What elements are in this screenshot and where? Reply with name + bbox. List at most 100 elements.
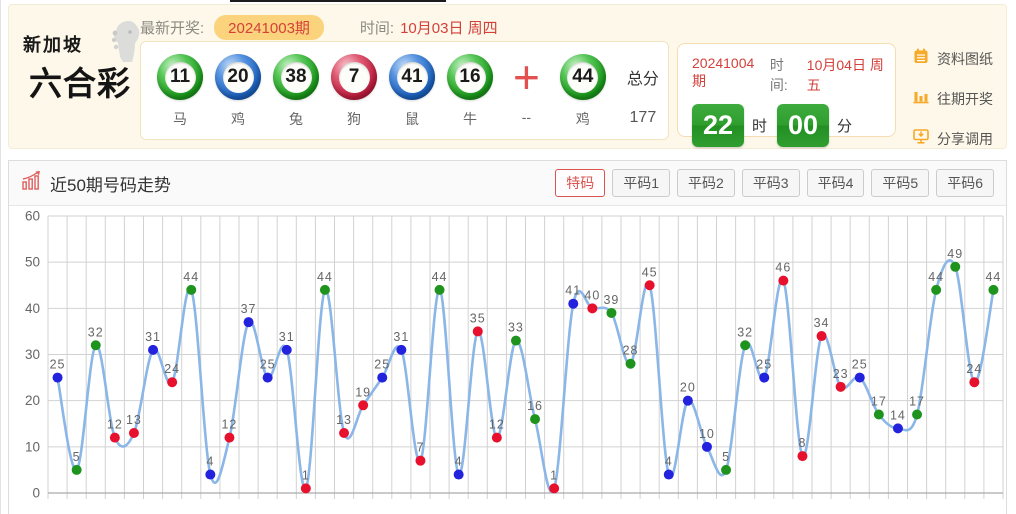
data-point[interactable] <box>606 308 616 318</box>
data-point[interactable] <box>72 465 82 475</box>
menu-item-material[interactable]: 资料图纸 <box>912 47 993 70</box>
lottery-ball-blue: 20 <box>215 54 261 100</box>
data-point[interactable] <box>969 377 979 387</box>
result-balls-panel: 11马20鸡38兔7狗41鼠16牛+--44鸡总分177 <box>140 41 669 140</box>
data-point[interactable] <box>702 442 712 452</box>
data-point[interactable] <box>186 285 196 295</box>
data-point[interactable] <box>473 326 483 336</box>
data-point[interactable] <box>931 285 941 295</box>
data-point[interactable] <box>912 410 922 420</box>
data-point[interactable] <box>778 276 788 286</box>
data-point[interactable] <box>301 483 311 493</box>
data-point[interactable] <box>396 345 406 355</box>
data-point[interactable] <box>874 410 884 420</box>
data-point[interactable] <box>91 340 101 350</box>
data-point-label: 34 <box>814 316 830 330</box>
data-point-label: 44 <box>317 270 333 284</box>
data-point-label: 12 <box>107 418 123 432</box>
data-point-label: 31 <box>393 330 409 344</box>
logo-text-mark-six: 六合彩 <box>29 57 141 105</box>
data-point[interactable] <box>358 400 368 410</box>
data-point[interactable] <box>282 345 292 355</box>
data-point-label: 13 <box>126 413 142 427</box>
special-ball: 44鸡 <box>560 53 606 125</box>
data-point[interactable] <box>759 373 769 383</box>
data-point-label: 23 <box>833 367 849 381</box>
data-point[interactable] <box>205 470 215 480</box>
tab-normal-6[interactable]: 平码6 <box>936 169 994 197</box>
data-point[interactable] <box>626 359 636 369</box>
countdown: 22 时 00 分 <box>692 104 895 147</box>
menu-item-share[interactable]: 分享调用 <box>912 127 993 150</box>
data-point[interactable] <box>224 433 234 443</box>
tab-special[interactable]: 特码 <box>555 169 605 197</box>
data-point[interactable] <box>817 331 827 341</box>
data-point[interactable] <box>587 303 597 313</box>
data-point[interactable] <box>549 483 559 493</box>
y-axis-tick-label: 60 <box>25 209 40 224</box>
data-point[interactable] <box>645 280 655 290</box>
ball-number: 20 <box>223 62 254 93</box>
minute-unit-label: 分 <box>837 115 852 136</box>
tab-normal-1[interactable]: 平码1 <box>612 169 670 197</box>
data-point[interactable] <box>683 396 693 406</box>
data-point[interactable] <box>721 465 731 475</box>
ball-number: 44 <box>567 62 598 93</box>
lottery-ball-green: 11 <box>157 54 203 100</box>
data-point[interactable] <box>148 345 158 355</box>
data-point[interactable] <box>893 423 903 433</box>
latest-time-label: 时间: <box>360 17 394 38</box>
tab-normal-5[interactable]: 平码5 <box>871 169 929 197</box>
data-point[interactable] <box>377 373 387 383</box>
data-point-label: 12 <box>489 418 505 432</box>
page-left-edge <box>0 0 1 514</box>
lottery-ball-green: 44 <box>560 54 606 100</box>
data-point[interactable] <box>740 340 750 350</box>
countdown-hour: 22 <box>692 104 744 147</box>
data-point-label: 32 <box>88 325 104 339</box>
ball-number: 41 <box>397 62 428 93</box>
data-point[interactable] <box>797 451 807 461</box>
latest-draw-label: 最新开奖: <box>140 17 204 38</box>
data-point[interactable] <box>530 414 540 424</box>
data-point[interactable] <box>167 377 177 387</box>
data-point[interactable] <box>244 317 254 327</box>
data-point[interactable] <box>836 382 846 392</box>
tab-normal-2[interactable]: 平码2 <box>677 169 735 197</box>
next-draw-info: 20241004期 时间: 10月04日 周五 <box>692 55 895 95</box>
lottery-ball-green: 38 <box>273 54 319 100</box>
data-point-label: 5 <box>73 450 81 464</box>
data-point-label: 35 <box>470 311 486 325</box>
zodiac-label: 兔 <box>289 109 303 125</box>
data-point-label: 17 <box>909 395 925 409</box>
data-point[interactable] <box>511 336 521 346</box>
data-point[interactable] <box>950 262 960 272</box>
data-point[interactable] <box>454 470 464 480</box>
data-point-label: 4 <box>455 455 463 469</box>
tab-normal-3[interactable]: 平码3 <box>742 169 800 197</box>
data-point[interactable] <box>53 373 63 383</box>
site-logo: 新加坡 六合彩 <box>23 31 141 105</box>
data-point[interactable] <box>263 373 273 383</box>
data-point[interactable] <box>988 285 998 295</box>
tab-normal-4[interactable]: 平码4 <box>807 169 865 197</box>
data-point[interactable] <box>320 285 330 295</box>
data-point[interactable] <box>492 433 502 443</box>
data-point[interactable] <box>855 373 865 383</box>
ball-number: 16 <box>455 62 486 93</box>
lottery-ball-red: 7 <box>331 54 377 100</box>
data-point-label: 5 <box>722 450 730 464</box>
data-point[interactable] <box>568 299 578 309</box>
menu-item-past-draws[interactable]: 往期开奖 <box>912 87 993 110</box>
data-point[interactable] <box>339 428 349 438</box>
data-point[interactable] <box>415 456 425 466</box>
data-point[interactable] <box>110 433 120 443</box>
lottery-ball-green: 16 <box>447 54 493 100</box>
data-point-label: 45 <box>642 265 658 279</box>
data-point[interactable] <box>435 285 445 295</box>
next-draw-panel: 20241004期 时间: 10月04日 周五 22 时 00 分 <box>677 43 896 137</box>
menu-item-label: 往期开奖 <box>937 89 993 109</box>
result-ball-2: 20鸡 <box>215 53 261 125</box>
data-point[interactable] <box>129 428 139 438</box>
data-point[interactable] <box>664 470 674 480</box>
